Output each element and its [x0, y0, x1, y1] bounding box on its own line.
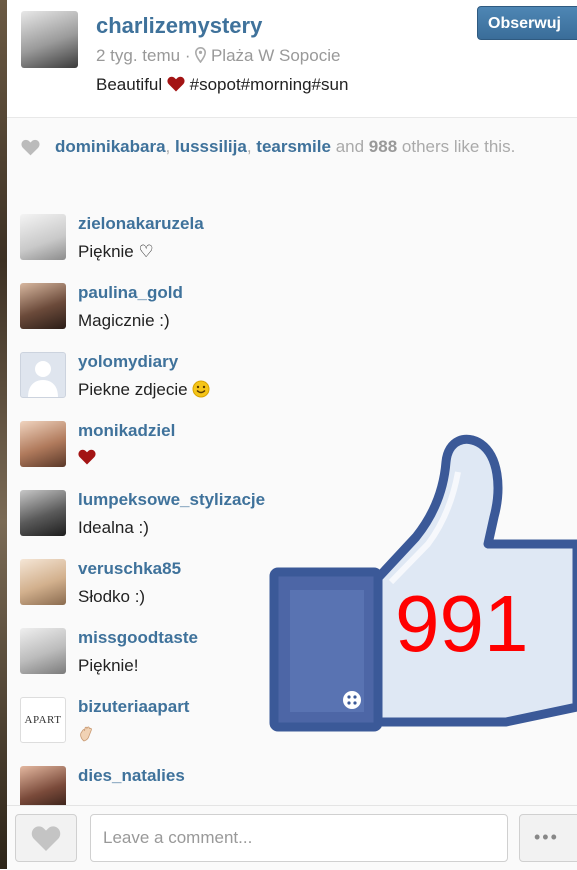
likes-summary: dominikabara, lusssilija, tearsmile and …	[55, 137, 516, 156]
likes-and: and	[335, 137, 365, 156]
comment-username[interactable]: bizuteriaapart	[78, 697, 189, 717]
likes-count[interactable]: 988	[369, 137, 397, 156]
comment-username[interactable]: veruschka85	[78, 559, 181, 579]
follow-button[interactable]: Obserwuj	[477, 6, 577, 40]
heart-icon	[167, 76, 185, 97]
default-avatar-icon[interactable]	[20, 352, 66, 398]
comment-text-wrap	[78, 725, 96, 748]
post-header: charlizemystery 2 tyg. temu · Plaża W So…	[7, 0, 577, 116]
liker-link[interactable]: tearsmile	[256, 137, 331, 156]
commenter-avatar[interactable]	[20, 628, 66, 674]
commenter-avatar[interactable]	[20, 766, 66, 805]
author-avatar[interactable]	[21, 11, 78, 68]
waving-hand-emoji-icon	[78, 726, 96, 747]
likes-others-text: others like this.	[401, 137, 516, 156]
heart-emoji-icon	[78, 449, 96, 469]
likes-section: dominikabara, lusssilija, tearsmile and …	[7, 117, 577, 201]
comment-item: paulina_gold Magicznie :)	[7, 269, 577, 338]
comment-input[interactable]	[90, 814, 508, 862]
comment-text: Słodko :)	[78, 587, 146, 606]
comment-username[interactable]: monikadziel	[78, 421, 175, 441]
brand-logo-avatar[interactable]: APART	[20, 697, 66, 743]
comment-username[interactable]: lumpeksowe_stylizacje	[78, 490, 265, 510]
post-time[interactable]: 2 tyg. temu	[96, 46, 180, 65]
meta-separator: ·	[184, 46, 196, 65]
background-photo-edge	[0, 0, 7, 869]
post-caption: Beautiful #sopot#morning#sun	[96, 75, 348, 97]
likes-heart-icon	[21, 139, 40, 161]
comment-text: Piekne zdjecie	[78, 380, 188, 399]
like-heart-icon	[31, 826, 61, 851]
comment-text-wrap	[78, 449, 96, 470]
comment-text: Idealna :)	[78, 518, 149, 537]
comment-text: Magicznie :)	[78, 311, 170, 330]
commenter-avatar[interactable]	[20, 559, 66, 605]
caption-text: Beautiful	[96, 75, 163, 94]
comment-text: Pięknie ♡	[78, 242, 154, 261]
comment-text-wrap: Piekne zdjecie	[78, 380, 210, 403]
comment-username[interactable]: dies_natalies	[78, 766, 185, 786]
comment-item: zielonakaruzela Pięknie ♡	[7, 200, 577, 269]
like-count-overlay: 991	[395, 579, 529, 668]
smile-emoji-icon	[192, 380, 210, 403]
post-meta: 2 tyg. temu · Plaża W Sopocie	[96, 46, 340, 68]
post-location[interactable]: Plaża W Sopocie	[211, 46, 340, 65]
comment-username[interactable]: paulina_gold	[78, 283, 183, 303]
commenter-avatar[interactable]	[20, 214, 66, 260]
location-pin-icon	[195, 46, 207, 68]
commenter-avatar[interactable]	[20, 490, 66, 536]
more-options-button[interactable]: •••	[519, 814, 577, 862]
commenter-avatar[interactable]	[20, 421, 66, 467]
comment-username[interactable]: missgoodtaste	[78, 628, 198, 648]
liker-link[interactable]: lusssilija	[175, 137, 247, 156]
commenter-avatar[interactable]	[20, 283, 66, 329]
comment-username[interactable]: zielonakaruzela	[78, 214, 204, 234]
author-username[interactable]: charlizemystery	[96, 13, 262, 39]
comment-text: Pięknie!	[78, 656, 139, 675]
comment-item: yolomydiary Piekne zdjecie	[7, 338, 577, 407]
caption-hashtags[interactable]: #sopot#morning#sun	[190, 75, 349, 94]
comment-username[interactable]: yolomydiary	[78, 352, 178, 372]
like-button[interactable]	[15, 814, 77, 862]
comment-bar: •••	[7, 805, 577, 870]
comment-item: dies_natalies	[7, 752, 577, 805]
liker-link[interactable]: dominikabara	[55, 137, 166, 156]
